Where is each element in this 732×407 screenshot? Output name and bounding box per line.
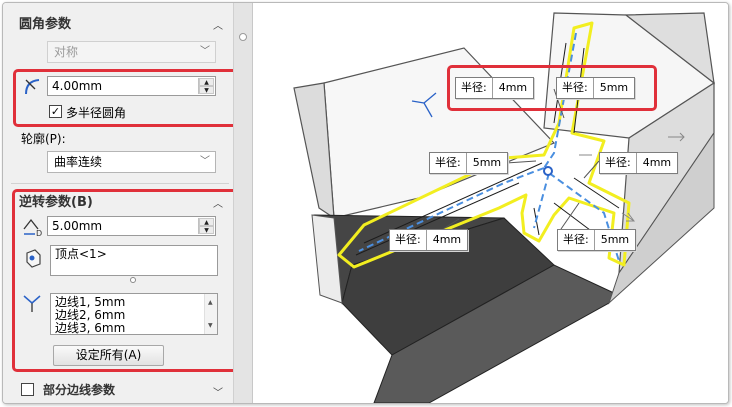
profile-label: 轮廓(P): <box>21 132 66 146</box>
partial-edge-checkbox[interactable] <box>21 383 34 396</box>
highlight-box-callouts <box>447 65 657 111</box>
chevron-down-icon[interactable]: ﹀ <box>213 384 223 399</box>
radius-callout[interactable]: 半径: 4mm <box>599 152 679 174</box>
fillet-method-value: 对称 <box>54 45 79 59</box>
fillet-method-select: 对称 ﹀ <box>47 41 216 63</box>
highlight-box-setback <box>12 189 239 372</box>
model-preview <box>293 12 716 403</box>
chevron-down-icon: ﹀ <box>200 46 210 57</box>
partial-edge-label[interactable]: 部分边线参数 <box>43 381 115 398</box>
window: 圆角参数 ︿ 对称 ﹀ 4.00mm ▲ ▼ ✓ 多半径圆角 轮廓(P): 曲率连… <box>2 2 729 404</box>
panel-splitter[interactable] <box>233 3 253 403</box>
radius-callout[interactable]: 半径: 5mm <box>429 152 509 174</box>
collapse-grip-icon[interactable] <box>239 33 247 41</box>
divider <box>11 183 229 184</box>
profile-select[interactable]: 曲率连续 ﹀ <box>47 151 216 173</box>
profile-value: 曲率连续 <box>54 155 103 169</box>
fillet-params-title[interactable]: 圆角参数 <box>19 13 71 32</box>
radius-callout[interactable]: 半径: 4mm <box>389 229 469 251</box>
collapse-caret-icon[interactable]: ︿ <box>213 17 223 32</box>
vertex-marker <box>543 166 553 176</box>
graphics-area[interactable]: 半径: 4mm 半径: 5mm 半径: 5mm 半径: 4mm 半径: 4mm … <box>254 3 728 403</box>
chevron-down-icon: ﹀ <box>200 156 210 167</box>
radius-callout[interactable]: 半径: 5mm <box>557 229 637 251</box>
highlight-box-radius <box>13 69 239 127</box>
property-manager: 圆角参数 ︿ 对称 ﹀ 4.00mm ▲ ▼ ✓ 多半径圆角 轮廓(P): 曲率连… <box>3 3 239 403</box>
